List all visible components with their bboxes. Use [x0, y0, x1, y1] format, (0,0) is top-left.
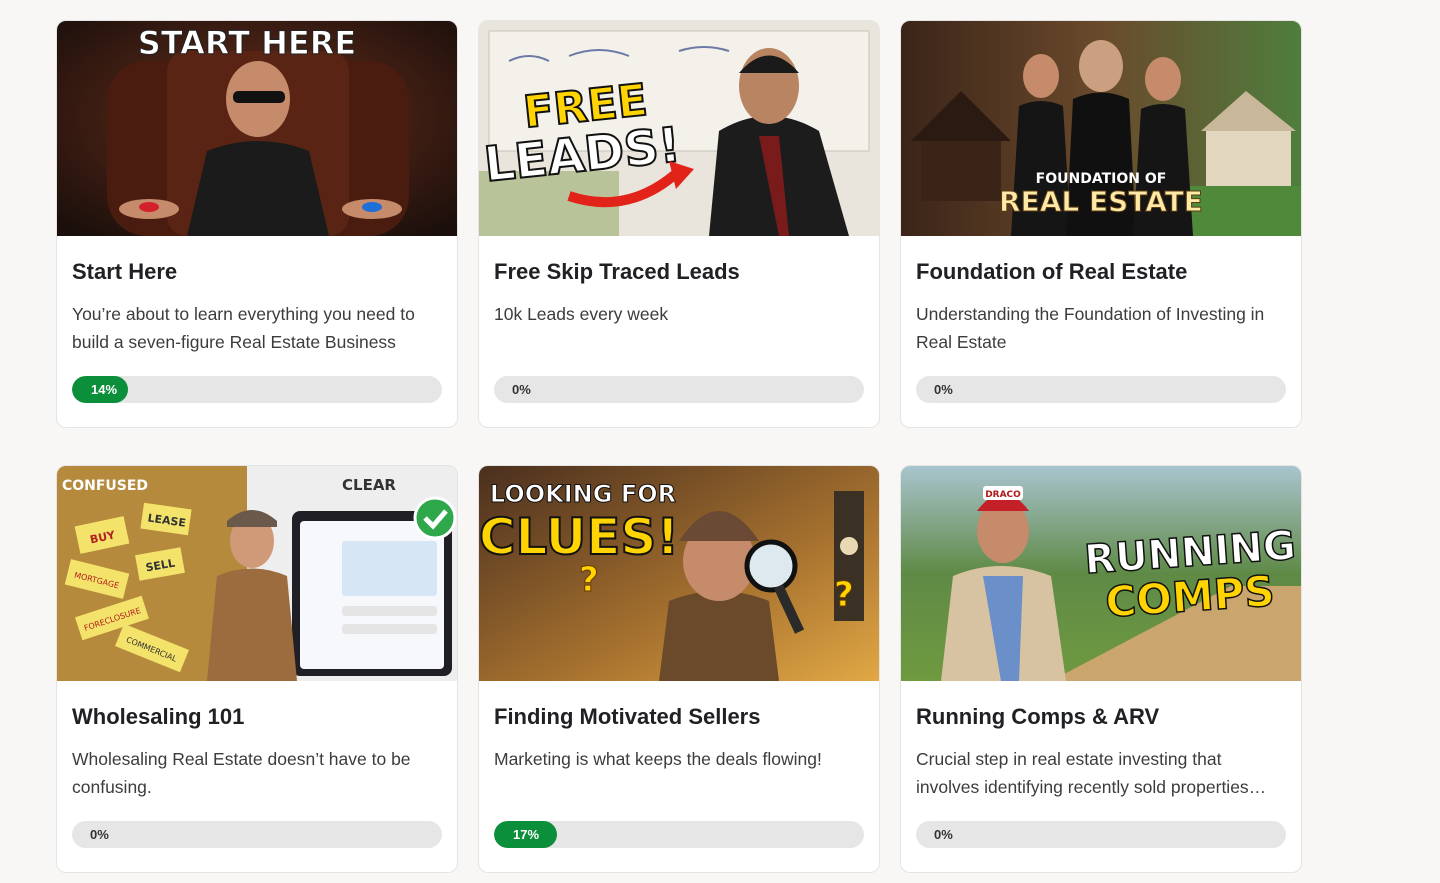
course-title: Foundation of Real Estate	[916, 259, 1188, 284]
course-description: Wholesaling Real Estate doesn’t have to …	[72, 749, 411, 797]
course-description: You’re about to learn everything you nee…	[72, 304, 415, 352]
thumbnail-caption: LOOKING FOR	[490, 480, 676, 508]
course-progress-bar: 0%	[72, 821, 442, 848]
progress-percent: 17%	[513, 827, 540, 842]
course-progress-bar: 17%	[494, 821, 864, 848]
course-thumbnail[interactable]: START HERE	[57, 21, 457, 236]
course-progress-bar: 0%	[916, 376, 1286, 403]
course-title: Start Here	[72, 259, 178, 284]
progress-percent: 0%	[512, 382, 531, 397]
hat-text: DRACO	[985, 490, 1021, 500]
course-thumbnail[interactable]: FREE LEADS!	[479, 21, 879, 236]
thumbnail-caption: CLEAR	[342, 476, 396, 494]
course-card-finding-motivated-sellers[interactable]: ? ? LOOKING FOR CLUES! Finding Motivated…	[478, 465, 880, 873]
course-description: Crucial step in real estate investing th…	[916, 749, 1267, 797]
course-progress-bar: 14%	[72, 376, 442, 403]
course-card-foundation-of-real-estate[interactable]: FOUNDATION OF REAL ESTATE Foundation of …	[900, 20, 1302, 428]
thumbnail-caption: REAL ESTATE	[999, 185, 1203, 218]
progress-percent: 0%	[934, 827, 953, 842]
course-card-running-comps-arv[interactable]: DRACO RUNNING COMPS Running Comps & ARV …	[900, 465, 1302, 873]
thumbnail-caption: CONFUSED	[62, 478, 148, 494]
course-title: Free Skip Traced Leads	[494, 259, 740, 284]
course-thumbnail[interactable]: BUY LEASE SELL MORTGAGE FORECLOSURE COMM…	[57, 466, 457, 681]
course-thumbnail[interactable]: ? ? LOOKING FOR CLUES!	[479, 466, 879, 681]
progress-percent: 14%	[91, 382, 118, 397]
thumbnail-caption: CLUES!	[479, 508, 679, 566]
course-description: Understanding the Foundation of Investin…	[916, 304, 1265, 352]
progress-percent: 0%	[90, 827, 109, 842]
course-title: Running Comps & ARV	[916, 704, 1160, 729]
progress-percent: 0%	[934, 382, 953, 397]
thumbnail-caption: START HERE	[138, 24, 356, 62]
course-progress-bar: 0%	[494, 376, 864, 403]
question-mark-icon: ?	[579, 560, 599, 600]
course-card-start-here[interactable]: START HERE Start Here You’re about to le…	[56, 20, 458, 428]
course-title: Wholesaling 101	[72, 704, 245, 729]
course-card-wholesaling-101[interactable]: BUY LEASE SELL MORTGAGE FORECLOSURE COMM…	[56, 465, 458, 873]
question-mark-icon: ?	[834, 575, 854, 615]
course-thumbnail[interactable]: FOUNDATION OF REAL ESTATE	[901, 21, 1301, 236]
course-description: 10k Leads every week	[494, 304, 669, 324]
course-title: Finding Motivated Sellers	[494, 704, 761, 729]
course-card-free-skip-traced-leads[interactable]: FREE LEADS! Free Skip Traced Leads 10k L…	[478, 20, 880, 428]
course-description: Marketing is what keeps the deals flowin…	[494, 749, 822, 769]
course-thumbnail[interactable]: DRACO RUNNING COMPS	[901, 466, 1301, 681]
course-progress-bar: 0%	[916, 821, 1286, 848]
